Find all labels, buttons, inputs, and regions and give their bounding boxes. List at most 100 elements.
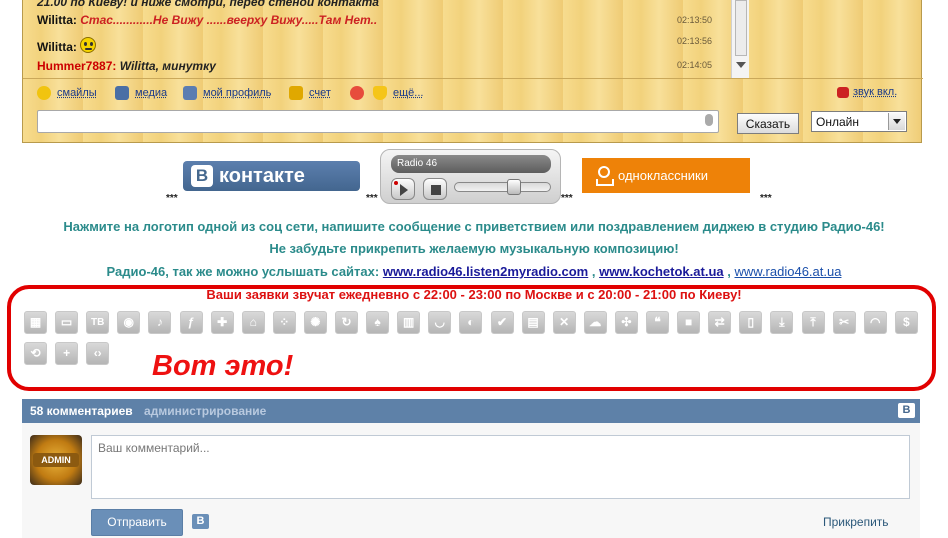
chevron-down-icon[interactable] — [888, 113, 905, 130]
satellite-icon[interactable]: ✕ — [552, 311, 576, 334]
code-icon[interactable]: ‹› — [86, 342, 110, 365]
swap-icon[interactable]: ⇄ — [708, 311, 732, 334]
tv-text-icon[interactable]: ТВ — [86, 311, 110, 334]
vk-icon[interactable]: B — [898, 403, 915, 418]
admin-link[interactable]: администрирование — [144, 404, 266, 418]
chat-bubbles-icon[interactable]: ❝ — [646, 311, 669, 334]
radio-station-name: Radio 46 — [391, 155, 551, 173]
sound-toggle[interactable]: звук вкл. — [837, 86, 897, 98]
video-camera-icon[interactable]: ■ — [677, 311, 701, 334]
tool-vip[interactable] — [350, 86, 370, 100]
chat-message-text: Wilitta, минутку — [119, 59, 216, 73]
say-button[interactable]: Сказать — [737, 113, 799, 134]
chat-message-partial: 21.00 по Киеву! и ниже смотри, перед сте… — [37, 0, 379, 9]
book-icon[interactable]: ▥ — [397, 311, 421, 334]
refresh-box-icon[interactable]: ↻ — [335, 311, 358, 334]
tool-account[interactable]: счет — [289, 86, 331, 100]
smiley-icon — [80, 37, 97, 53]
comments-count: 58 комментариев — [30, 404, 133, 418]
smile-icon[interactable]: ◡ — [428, 311, 452, 334]
send-button[interactable]: Отправить — [91, 509, 183, 536]
odnoklassniki-logo[interactable]: одноклассники — [582, 158, 750, 193]
microphone-icon[interactable] — [705, 114, 713, 126]
weather-icon[interactable]: ☁ — [583, 311, 607, 334]
ok-logo-text: одноклассники — [618, 168, 708, 183]
sites-prefix: Радио-46, так же можно услышать сайтах: — [106, 264, 380, 279]
spade-icon[interactable]: ♠ — [366, 311, 390, 334]
stars-separator: *** — [760, 193, 772, 204]
yin-yang-icon[interactable]: ◐ — [459, 311, 483, 334]
tool-more[interactable]: ещё... — [373, 86, 423, 100]
attach-link[interactable]: Прикрепить — [823, 515, 889, 529]
chat-nick[interactable]: Wilitta: — [37, 40, 77, 54]
shield-icon — [373, 86, 387, 100]
chat-time: 02:14:05 — [677, 60, 713, 70]
music-note-icon[interactable]: ♪ — [148, 311, 172, 334]
stars-separator: *** — [366, 193, 378, 204]
comment-input[interactable]: Ваш комментарий... — [91, 435, 910, 499]
chat-message: Wilitta: Стас............Не Вижу ......в… — [37, 13, 377, 27]
film-icon[interactable]: ▦ — [24, 311, 47, 334]
tool-label: мой профиль — [203, 87, 272, 99]
scrollbar-thumb[interactable] — [735, 0, 747, 56]
flash-icon[interactable]: ƒ — [179, 311, 203, 334]
tool-smileys[interactable]: смайлы — [37, 86, 97, 100]
volume-knob[interactable] — [507, 179, 521, 195]
gauge-icon[interactable]: ◠ — [863, 311, 887, 334]
tv-frame-icon[interactable]: ▭ — [55, 311, 79, 334]
check-icon[interactable]: ✔ — [490, 311, 514, 334]
tool-label: смайлы — [57, 87, 97, 99]
link-listen2myradio[interactable]: www.radio46.listen2myradio.com — [383, 264, 588, 279]
stars-separator: *** — [166, 193, 178, 204]
link-kochetok[interactable]: www.kochetok.at.ua — [599, 264, 724, 279]
comment-form: ADMIN Ваш комментарий... Отправить B При… — [22, 423, 920, 538]
home-icon[interactable]: ⌂ — [241, 311, 265, 334]
chat-message: Wilitta: — [37, 37, 97, 54]
film-icon — [115, 86, 129, 100]
avatar-badge: ADMIN — [33, 453, 79, 467]
link-radio46[interactable]: www.radio46.at.ua — [735, 264, 842, 279]
scroll-down-icon[interactable] — [736, 62, 746, 68]
annotation-text: Вот это! — [152, 350, 294, 382]
stop-button[interactable] — [423, 178, 447, 200]
chat-nick[interactable]: Wilitta: — [37, 13, 77, 27]
download-icon[interactable]: ⤓ — [770, 311, 794, 334]
scissors-icon[interactable]: ✂ — [832, 311, 856, 334]
info-line-sites: Радио-46, так же можно услышать сайтах: … — [0, 264, 948, 279]
chat-messages: 21.00 по Киеву! и ниже смотри, перед сте… — [23, 0, 731, 78]
volume-slider[interactable] — [454, 179, 551, 195]
comments-header: 58 комментариев администрирование B — [22, 399, 920, 423]
status-value: Онлайн — [816, 114, 859, 129]
radio-waves-icon[interactable]: ◉ — [117, 311, 141, 334]
chat-message: Hummer7887: Wilitta, минутку — [37, 59, 216, 73]
gamepad-icon[interactable]: ✚ — [210, 311, 234, 334]
tool-profile[interactable]: мой профиль — [183, 86, 271, 100]
document-icon[interactable]: ▯ — [739, 311, 763, 334]
highlight-box — [7, 285, 936, 391]
tool-label: ещё... — [393, 87, 424, 99]
compass-icon[interactable]: ✣ — [614, 311, 638, 334]
chat-message-input[interactable] — [37, 110, 719, 133]
upload-icon[interactable]: ⤒ — [801, 311, 825, 334]
vk-logo-text: контакте — [219, 164, 305, 187]
vkontakte-logo[interactable]: В контакте — [183, 161, 360, 191]
status-select[interactable]: Онлайн — [811, 111, 907, 132]
calendar-icon[interactable]: ▤ — [521, 311, 545, 334]
tool-media[interactable]: медиа — [115, 86, 167, 100]
stars-separator: *** — [561, 193, 573, 204]
crab-icon[interactable]: ✺ — [303, 311, 327, 334]
sound-label: звук вкл. — [853, 86, 898, 98]
search-refresh-icon[interactable]: ⟲ — [24, 342, 47, 365]
tool-label: счет — [309, 87, 331, 99]
chat-scrollbar[interactable] — [731, 0, 749, 78]
play-button[interactable] — [391, 178, 415, 200]
chat-nick[interactable]: Hummer7887: — [37, 59, 116, 73]
divider — [23, 78, 923, 79]
chat-time: 02:13:56 — [677, 36, 713, 46]
plus-icon[interactable]: + — [55, 342, 79, 365]
profile-card-icon — [183, 86, 197, 100]
vk-icon[interactable]: B — [192, 514, 209, 529]
dice-icon[interactable]: ⁘ — [272, 311, 296, 334]
dollar-icon[interactable]: $ — [894, 311, 918, 334]
smiley-icon — [37, 86, 51, 100]
